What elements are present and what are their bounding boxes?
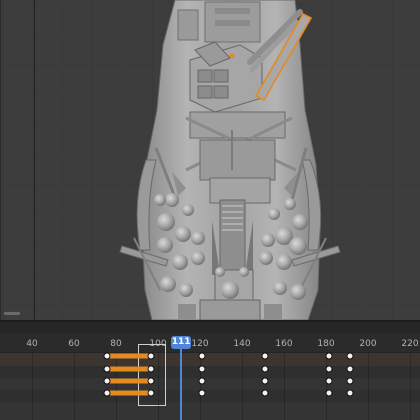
keyframe[interactable] <box>198 352 206 360</box>
frame-grid-line <box>368 353 369 420</box>
keyframe-hold-bar[interactable] <box>107 378 151 384</box>
keyframe[interactable] <box>147 365 155 373</box>
ruler-label: 140 <box>233 339 251 349</box>
channel-row[interactable] <box>0 378 420 390</box>
keyframe[interactable] <box>261 352 269 360</box>
timeline-header <box>0 322 420 334</box>
ruler-label: 40 <box>26 339 38 349</box>
channel-tracks[interactable] <box>0 353 420 420</box>
keyframe[interactable] <box>198 377 206 385</box>
ruler-label: 60 <box>68 339 80 349</box>
keyframe[interactable] <box>325 365 333 373</box>
keyframe[interactable] <box>261 389 269 397</box>
keyframe[interactable] <box>325 377 333 385</box>
channel-row[interactable] <box>0 402 420 420</box>
ruler-label: 180 <box>317 339 335 349</box>
keyframe[interactable] <box>261 365 269 373</box>
frame-grid-line <box>74 353 75 420</box>
keyframe-hold-bar[interactable] <box>107 353 151 359</box>
current-frame-indicator[interactable]: 111 <box>171 336 192 349</box>
frame-grid-line <box>326 353 327 420</box>
keyframe[interactable] <box>147 377 155 385</box>
frame-grid-line <box>158 353 159 420</box>
frame-ruler[interactable]: 40 60 80 100 120 140 160 180 200 220 <box>0 334 420 353</box>
ruler-label: 220 <box>401 339 419 349</box>
keyframe-hold-bar[interactable] <box>107 390 151 396</box>
keyframe[interactable] <box>103 389 111 397</box>
keyframe[interactable] <box>325 389 333 397</box>
keyframe[interactable] <box>103 352 111 360</box>
ruler-label: 200 <box>359 339 377 349</box>
keyframe[interactable] <box>198 389 206 397</box>
keyframe-hold-bar[interactable] <box>107 366 151 372</box>
ruler-label: 80 <box>110 339 122 349</box>
frame-grid-line <box>32 353 33 420</box>
keyframe[interactable] <box>346 352 354 360</box>
keyframe[interactable] <box>346 377 354 385</box>
frame-grid-line <box>116 353 117 420</box>
keyframe[interactable] <box>346 389 354 397</box>
app-window: 40 60 80 100 120 140 160 180 200 220 111 <box>0 0 420 420</box>
keyframe[interactable] <box>325 352 333 360</box>
keyframe[interactable] <box>103 377 111 385</box>
battleship-model[interactable] <box>0 0 420 320</box>
keyframe[interactable] <box>103 365 111 373</box>
3d-viewport[interactable] <box>0 0 420 320</box>
ruler-label: 120 <box>191 339 209 349</box>
keyframe[interactable] <box>346 365 354 373</box>
channel-row[interactable] <box>0 366 420 378</box>
keyframe[interactable] <box>147 389 155 397</box>
channel-row[interactable] <box>0 390 420 402</box>
ruler-label: 160 <box>275 339 293 349</box>
channel-row[interactable] <box>0 353 420 366</box>
frame-grid-line <box>242 353 243 420</box>
frame-grid-line <box>410 353 411 420</box>
keyframe[interactable] <box>147 352 155 360</box>
keyframe[interactable] <box>261 377 269 385</box>
keyframe[interactable] <box>198 365 206 373</box>
playhead-line[interactable] <box>180 338 183 420</box>
frame-grid-line <box>200 353 201 420</box>
frame-grid-line <box>284 353 285 420</box>
dope-sheet-timeline[interactable]: 40 60 80 100 120 140 160 180 200 220 111 <box>0 322 420 420</box>
